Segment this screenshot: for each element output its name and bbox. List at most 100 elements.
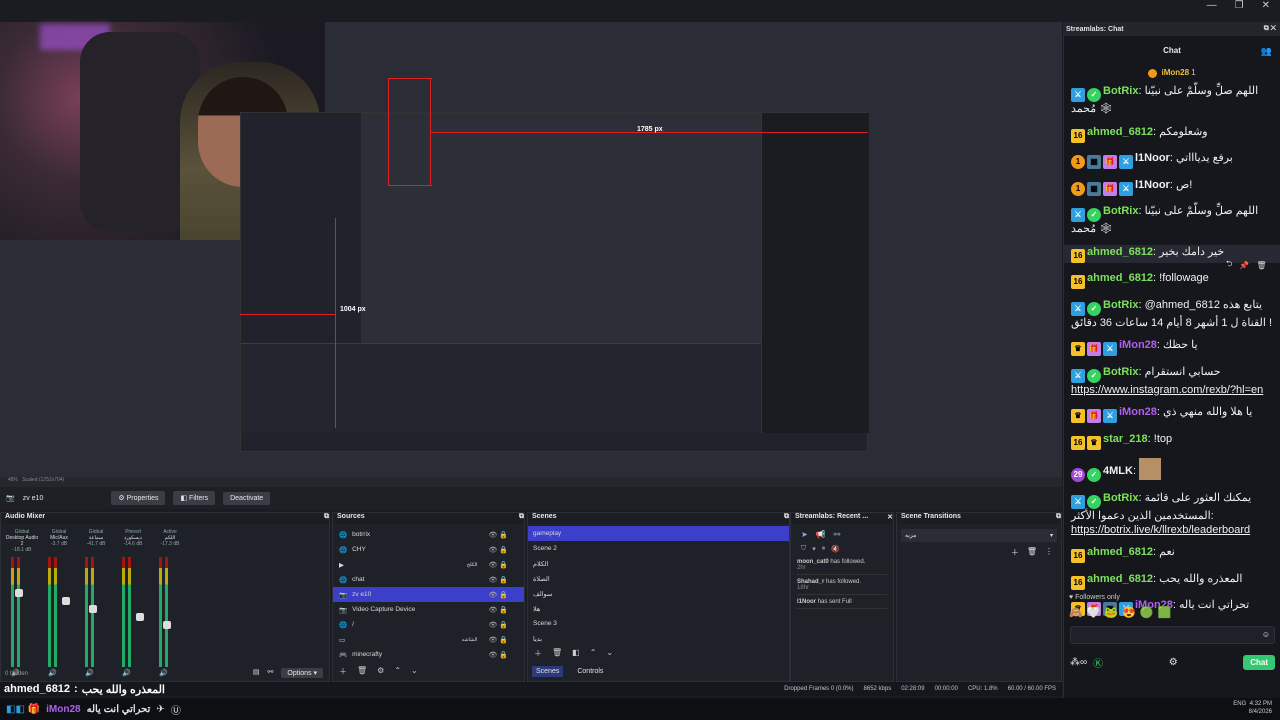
chat-username[interactable]: iMon28 (1119, 339, 1157, 351)
chat-username[interactable]: l1Noor (1135, 152, 1170, 164)
scene-item[interactable]: سوالف (528, 586, 789, 601)
chat-username[interactable]: 4MLK (1103, 465, 1133, 477)
pin-icon[interactable]: 📌 (1239, 261, 1249, 270)
event-item[interactable]: Shahad_r has followed. 18hr (797, 579, 887, 595)
visibility-eye-icon[interactable]: 👁 🔒 (488, 546, 508, 554)
chat-username[interactable]: ahmed_6812 (1087, 272, 1153, 284)
maximize-icon[interactable]: ❐ (1235, 0, 1244, 12)
telegram-icon[interactable]: ✈ (156, 704, 164, 715)
kick-icon[interactable]: Ⓚ (1093, 655, 1103, 670)
mixer-options-button[interactable]: Options ▾ (281, 668, 323, 678)
visibility-eye-icon[interactable]: 👁 🔒 (488, 531, 508, 539)
emoji-icon[interactable]: ☺ (1262, 630, 1270, 639)
emote-icon[interactable]: 🐸 (1104, 606, 1118, 619)
close-icon[interactable]: ✕ (1262, 0, 1270, 12)
tab-scenes[interactable]: Scenes (532, 666, 564, 677)
users-icon[interactable]: 👥 (1261, 46, 1272, 57)
chat-input-box[interactable]: ☺ (1070, 626, 1275, 646)
move-up-icon[interactable]: ⌃ (394, 666, 401, 677)
chat-message[interactable]: ⚔ ✓ BotRix: حسابي انستقرام https://www.inst… (1071, 365, 1276, 397)
scene-item[interactable]: الصلاة (528, 571, 789, 586)
deactivate-button[interactable]: Deactivate (223, 491, 271, 505)
chat-username[interactable]: ahmed_6812 (1087, 546, 1153, 558)
visibility-eye-icon[interactable]: 👁 🔒 (488, 651, 508, 659)
mute-icon[interactable]: 🔊 (85, 669, 94, 677)
chat-message[interactable]: 29 ✓ 4MLK: (1071, 458, 1276, 482)
pause-icon[interactable]: ⏸ (822, 545, 826, 553)
emote-icon[interactable]: 🤍 (1087, 606, 1101, 619)
dock-float-icon[interactable]: ⧉ (324, 513, 329, 524)
volume-slider[interactable] (15, 589, 23, 597)
obs-preview[interactable]: 1785 px 1004 px (0, 22, 1062, 477)
chat-message[interactable]: 1 ▦ 🎁 ⚔ l1Noor: ص! (1071, 178, 1276, 196)
shield-icon[interactable]: ⛉ (801, 545, 806, 553)
tab-controls[interactable]: Controls (573, 666, 607, 677)
source-item[interactable]: ▶ الكلح 👁 🔒 (333, 557, 524, 572)
chat-message[interactable]: ⚔ ✓ BotRix: اللهم صلِّ وسلّمْ على نبيّنا م… (1071, 84, 1276, 116)
visibility-eye-icon[interactable]: 👁 🔒 (488, 561, 508, 569)
chat-message[interactable]: ⚔ ✓ BotRix: يمكنك العثور على قائمة المستخد… (1071, 491, 1276, 537)
chat-message[interactable]: ⚔ ✓ BotRix: @ahmed_6812 يتابع هذه القناة ل… (1071, 298, 1276, 330)
source-item[interactable]: 🌐 CHY 👁 🔒 (333, 542, 524, 557)
chat-message[interactable]: 16 ahmed_6812: نعم (1071, 545, 1276, 563)
settings-gear-icon[interactable]: ⚙ (1169, 657, 1178, 668)
clock-time[interactable]: 4:32 PM (1250, 701, 1272, 707)
chat-username[interactable]: ahmed_6812 (1087, 126, 1153, 138)
scene-down-icon[interactable]: ⌄ (606, 648, 613, 659)
mute-icon[interactable]: 🔇 (831, 545, 840, 553)
chat-link[interactable]: https://botrix.live/k/llrexb/leaderboard (1071, 524, 1250, 536)
clock-date[interactable]: 8/4/2026 (1249, 709, 1272, 715)
zoom-level[interactable]: 48% (8, 477, 18, 483)
scene-item[interactable]: الكلام (528, 556, 789, 571)
megaphone-icon[interactable]: 📢 (816, 530, 826, 539)
remove-source-icon[interactable]: 🗑 (357, 666, 367, 677)
volume-slider[interactable] (136, 613, 144, 621)
transition-select[interactable]: مزيه ▾ (901, 529, 1057, 542)
chat-username[interactable]: ahmed_6812 (1087, 573, 1153, 585)
chat-message[interactable]: 16 ahmed_6812: المعذره والله يحب (1071, 572, 1276, 590)
dock-float-icon[interactable]: ⧉ (1056, 513, 1061, 524)
add-source-icon[interactable]: ＋ (339, 666, 347, 677)
minimize-icon[interactable]: — (1207, 0, 1217, 12)
chat-username[interactable]: BotRix (1103, 366, 1138, 378)
add-scene-icon[interactable]: ＋ (534, 648, 542, 659)
scene-item[interactable]: Scene 2 (528, 541, 789, 556)
scene-item[interactable]: هلا (528, 601, 789, 616)
move-down-icon[interactable]: ⌄ (411, 666, 418, 677)
chat-username[interactable]: l1Noor (1135, 179, 1170, 191)
emote-icon[interactable]: 🟩 (1158, 606, 1172, 619)
filter-icon[interactable]: ▾ (812, 545, 816, 553)
event-item[interactable]: moon_cat0 has followed. 2hr (797, 559, 887, 575)
chat-username[interactable]: BotRix (1103, 205, 1138, 217)
chat-message[interactable]: 1 ▦ 🎁 ⚔ l1Noor: برفع يدياااتي (1071, 151, 1276, 169)
source-item[interactable]: 🌐 botrrix 👁 🔒 (333, 527, 524, 542)
link-icon[interactable]: ⚯ (834, 530, 841, 539)
chat-message[interactable]: ⚔ ✓ BotRix: اللهم صلِّ وسلّمْ على نبيّنا م… (1071, 204, 1276, 236)
visibility-eye-icon[interactable]: 👁 🔒 (488, 636, 508, 644)
language-indicator[interactable]: ENG (1233, 701, 1246, 707)
visibility-eye-icon[interactable]: 👁 🔒 (488, 576, 508, 584)
float-close-icons[interactable]: ⧉ ✕ (1264, 25, 1276, 33)
reply-icon[interactable]: ⮌ (1226, 258, 1232, 272)
connection-icon[interactable]: ⁂∞ (1070, 657, 1087, 668)
app-icon[interactable]: Ⓤ (171, 702, 181, 717)
mixer-link-icon[interactable]: ⚯ (268, 668, 274, 678)
source-item[interactable]: 🎮 minecrafty 👁 🔒 (333, 647, 524, 662)
mixer-layout-icon[interactable]: ▤ (253, 668, 260, 678)
chat-username[interactable]: iMon28 (1119, 406, 1157, 418)
chat-link[interactable]: https://www.instagram.com/rexb/?hl=en (1071, 384, 1263, 396)
mute-icon[interactable]: 🔊 (159, 669, 168, 677)
source-item[interactable]: 📷 zv e10 👁 🔒 (333, 587, 524, 602)
dock-float-icon[interactable]: ⧉ (784, 513, 789, 524)
chat-username[interactable]: ahmed_6812 (1087, 246, 1153, 258)
chat-message[interactable]: 16 ahmed_6812: وشعلومكم (1071, 125, 1276, 143)
chat-username[interactable]: BotRix (1103, 85, 1138, 97)
scene-item[interactable]: بديا (528, 631, 789, 646)
source-item[interactable]: ▭ الشاشه 👁 🔒 (333, 632, 524, 647)
volume-slider[interactable] (163, 621, 171, 629)
chat-username[interactable]: BotRix (1103, 299, 1138, 311)
emote-icon[interactable]: 😍 (1122, 606, 1136, 619)
volume-slider[interactable] (89, 605, 97, 613)
mute-icon[interactable]: 🔊 (122, 669, 131, 677)
chat-message[interactable]: 16 ahmed_6812: !followage (1071, 271, 1276, 289)
